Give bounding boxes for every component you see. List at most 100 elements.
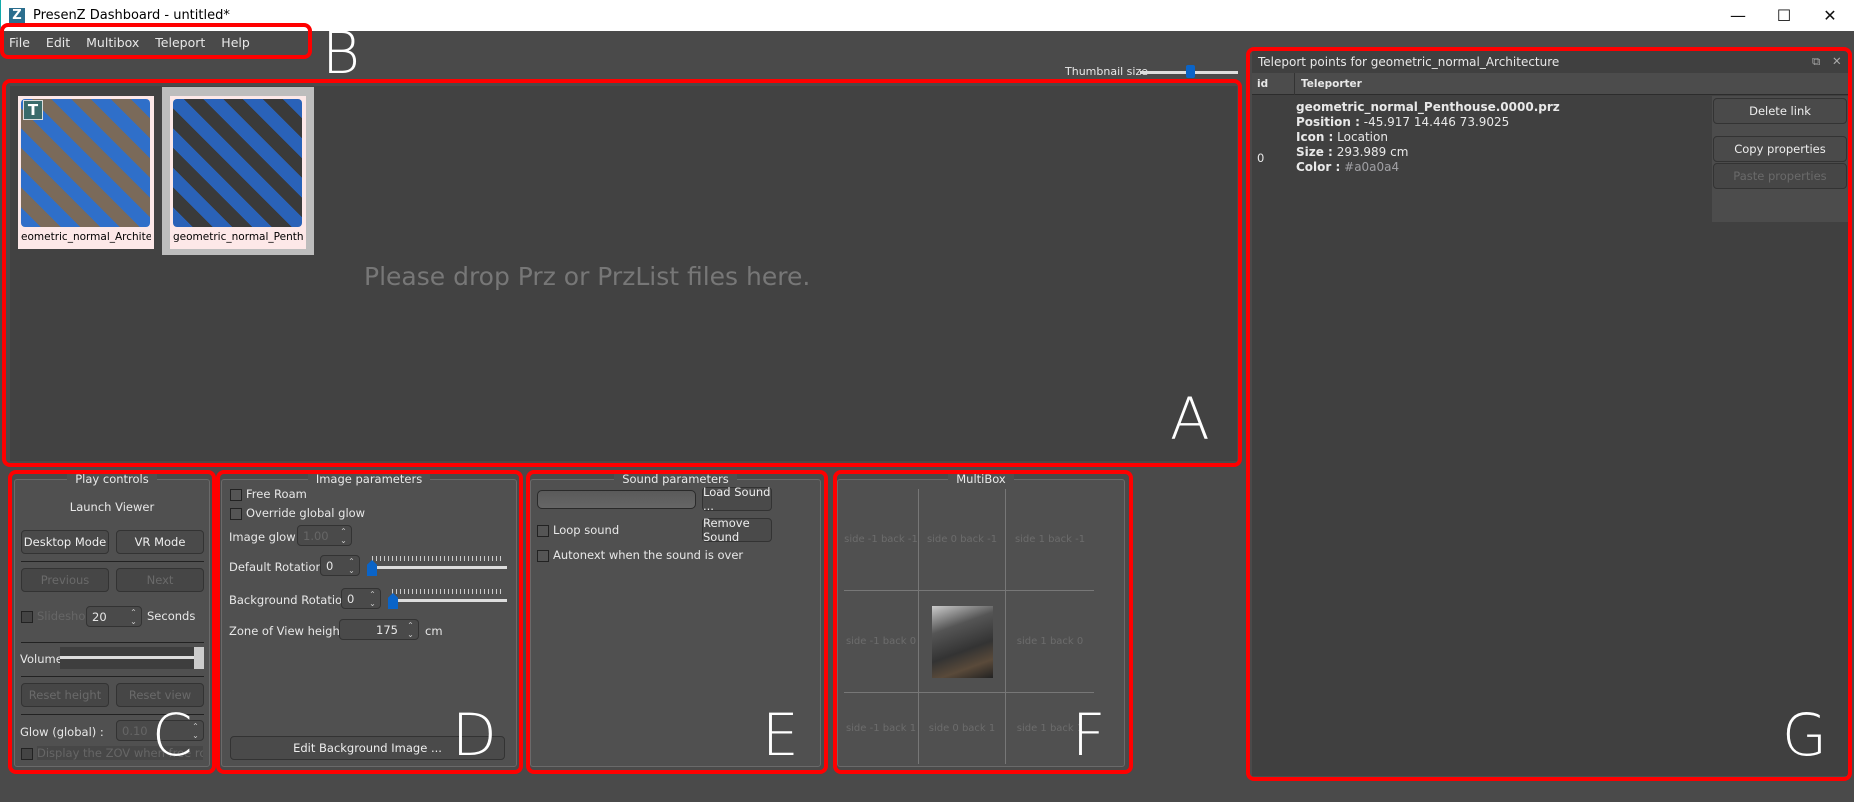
- position-value: -45.917 14.446 73.9025: [1363, 115, 1510, 129]
- group-title: Image parameters: [307, 472, 431, 486]
- image-glow-spinbox[interactable]: 1.00: [297, 525, 352, 546]
- icon-value: Location: [1337, 130, 1388, 144]
- delete-link-button[interactable]: Delete link: [1713, 98, 1847, 124]
- multibox-cell[interactable]: side 1 back 0: [1006, 591, 1094, 693]
- annotation-g: G: [1782, 701, 1827, 769]
- zov-height-value: 175: [376, 622, 398, 637]
- multibox-cell[interactable]: side 0 back 1: [919, 693, 1006, 764]
- slideshow-checkbox[interactable]: [21, 611, 33, 623]
- display-zov-checkbox[interactable]: [21, 748, 33, 760]
- remove-sound-button[interactable]: Remove Sound: [702, 516, 772, 544]
- image-glow-value: 1.00: [303, 528, 329, 543]
- default-rotation-value: 0: [326, 558, 334, 573]
- multibox-cell[interactable]: side 1 back -1: [1006, 489, 1094, 591]
- drop-placeholder: Please drop Prz or PrzList files here.: [364, 262, 811, 291]
- load-sound-button[interactable]: Load Sound ...: [702, 485, 772, 513]
- default-rotation-spinbox[interactable]: 0: [320, 555, 360, 576]
- table-row[interactable]: 0 geometric_normal_Penthouse.0000.prz Po…: [1252, 96, 1848, 222]
- default-rotation-slider[interactable]: [367, 566, 507, 569]
- multibox-cell[interactable]: side 0 back -1: [919, 489, 1006, 591]
- multibox-cell[interactable]: side -1 back -1: [844, 489, 919, 591]
- background-rotation-label: Background Rotation :: [229, 593, 357, 607]
- annotation-f: F: [1072, 701, 1106, 769]
- volume-handle[interactable]: [194, 647, 204, 669]
- teleport-panel: Teleport points for geometric_normal_Arc…: [1252, 51, 1848, 776]
- annotation-e: E: [762, 701, 799, 769]
- desktop-mode-button[interactable]: Desktop Mode: [21, 530, 109, 554]
- seconds-value: 20: [92, 609, 107, 624]
- multibox-thumbnail: [931, 605, 993, 678]
- default-rotation-label: Default Rotation :: [229, 560, 331, 574]
- maximize-button[interactable]: ☐: [1761, 0, 1807, 31]
- group-title: Play controls: [67, 472, 157, 486]
- row-actions: Delete link Copy properties Paste proper…: [1712, 96, 1848, 222]
- zov-height-spinbox[interactable]: 175: [339, 619, 419, 640]
- zov-unit: cm: [425, 624, 443, 638]
- thumbnail-penthouse[interactable]: geometric_normal_Penthouse: [170, 96, 306, 249]
- size-value: 293.989 cm: [1336, 145, 1409, 159]
- override-glow-checkbox[interactable]: [230, 508, 242, 520]
- free-roam-label: Free Roam: [246, 487, 307, 501]
- teleporter-file: geometric_normal_Penthouse.0000.prz: [1296, 100, 1560, 114]
- position-label: Position :: [1296, 115, 1360, 129]
- paste-properties-button[interactable]: Paste properties: [1713, 163, 1847, 189]
- thumbnail-size-label: Thumbnail size: [1065, 65, 1149, 78]
- multibox-cell[interactable]: side -1 back 1: [844, 693, 919, 764]
- close-icon[interactable]: ✕: [1832, 54, 1842, 68]
- thumbnail-architecture[interactable]: T eometric_normal_Architectur: [18, 96, 154, 249]
- background-rotation-handle[interactable]: [388, 593, 398, 609]
- menu-multibox[interactable]: Multibox: [86, 35, 139, 50]
- icon-label: Icon :: [1296, 130, 1334, 144]
- zov-height-label: Zone of View height :: [229, 624, 352, 638]
- float-icon[interactable]: ⧉: [1812, 54, 1820, 69]
- volume-slider[interactable]: [60, 647, 204, 669]
- loop-sound-checkbox[interactable]: [537, 525, 549, 537]
- window-title: PresenZ Dashboard - untitled*: [33, 8, 230, 23]
- group-title: Sound parameters: [614, 472, 737, 486]
- menu-teleport[interactable]: Teleport: [155, 35, 205, 50]
- free-roam-checkbox[interactable]: [230, 489, 242, 501]
- glow-global-value: 0.10: [122, 723, 148, 738]
- seconds-label: Seconds: [147, 609, 196, 623]
- glow-global-label: Glow (global) :: [20, 725, 104, 739]
- image-glow-label: Image glow :: [229, 530, 304, 544]
- background-rotation-spinbox[interactable]: 0: [341, 588, 381, 609]
- teleporter-details: geometric_normal_Penthouse.0000.prz Posi…: [1296, 100, 1560, 175]
- thumbnail-caption: geometric_normal_Penthouse: [173, 231, 303, 243]
- annotation-d: D: [452, 701, 497, 769]
- override-glow-label: Override global glow: [246, 506, 366, 520]
- thumbnail-size-handle[interactable]: [1186, 65, 1195, 78]
- size-label: Size :: [1296, 145, 1333, 159]
- background-rotation-slider[interactable]: [388, 599, 507, 602]
- background-rotation-value: 0: [347, 591, 355, 606]
- reset-height-button[interactable]: Reset height: [21, 683, 109, 707]
- annotation-a: A: [1170, 385, 1210, 453]
- menu-file[interactable]: File: [9, 35, 30, 50]
- table-header: id Teleporter: [1252, 73, 1848, 95]
- loop-sound-label: Loop sound: [553, 523, 620, 537]
- close-button[interactable]: ✕: [1807, 0, 1853, 31]
- app-logo: Z: [9, 7, 25, 24]
- seconds-spinbox[interactable]: 20: [86, 606, 142, 627]
- default-rotation-handle[interactable]: [367, 560, 377, 576]
- annotation-c: C: [152, 701, 193, 769]
- drop-area[interactable]: T eometric_normal_Architectur geometric_…: [10, 86, 1237, 461]
- minimize-button[interactable]: —: [1715, 0, 1761, 31]
- vr-mode-button[interactable]: VR Mode: [116, 530, 204, 554]
- autonext-checkbox[interactable]: [537, 550, 549, 562]
- color-label: Color :: [1296, 160, 1341, 174]
- column-id: id: [1257, 78, 1269, 90]
- color-value: #a0a0a4: [1344, 160, 1400, 174]
- multibox-cell[interactable]: side -1 back 0: [844, 591, 919, 693]
- menu-help[interactable]: Help: [221, 35, 250, 50]
- row-id: 0: [1257, 151, 1265, 165]
- menu-bar: File Edit Multibox Teleport Help: [0, 31, 1854, 53]
- multibox-center-cell[interactable]: [919, 591, 1006, 693]
- teleport-panel-title: Teleport points for geometric_normal_Arc…: [1258, 55, 1560, 69]
- autonext-label: Autonext when the sound is over: [553, 548, 744, 562]
- next-button[interactable]: Next: [116, 568, 204, 592]
- copy-properties-button[interactable]: Copy properties: [1713, 136, 1847, 162]
- menu-edit[interactable]: Edit: [46, 35, 70, 50]
- sound-file-field[interactable]: [537, 490, 696, 509]
- previous-button[interactable]: Previous: [21, 568, 109, 592]
